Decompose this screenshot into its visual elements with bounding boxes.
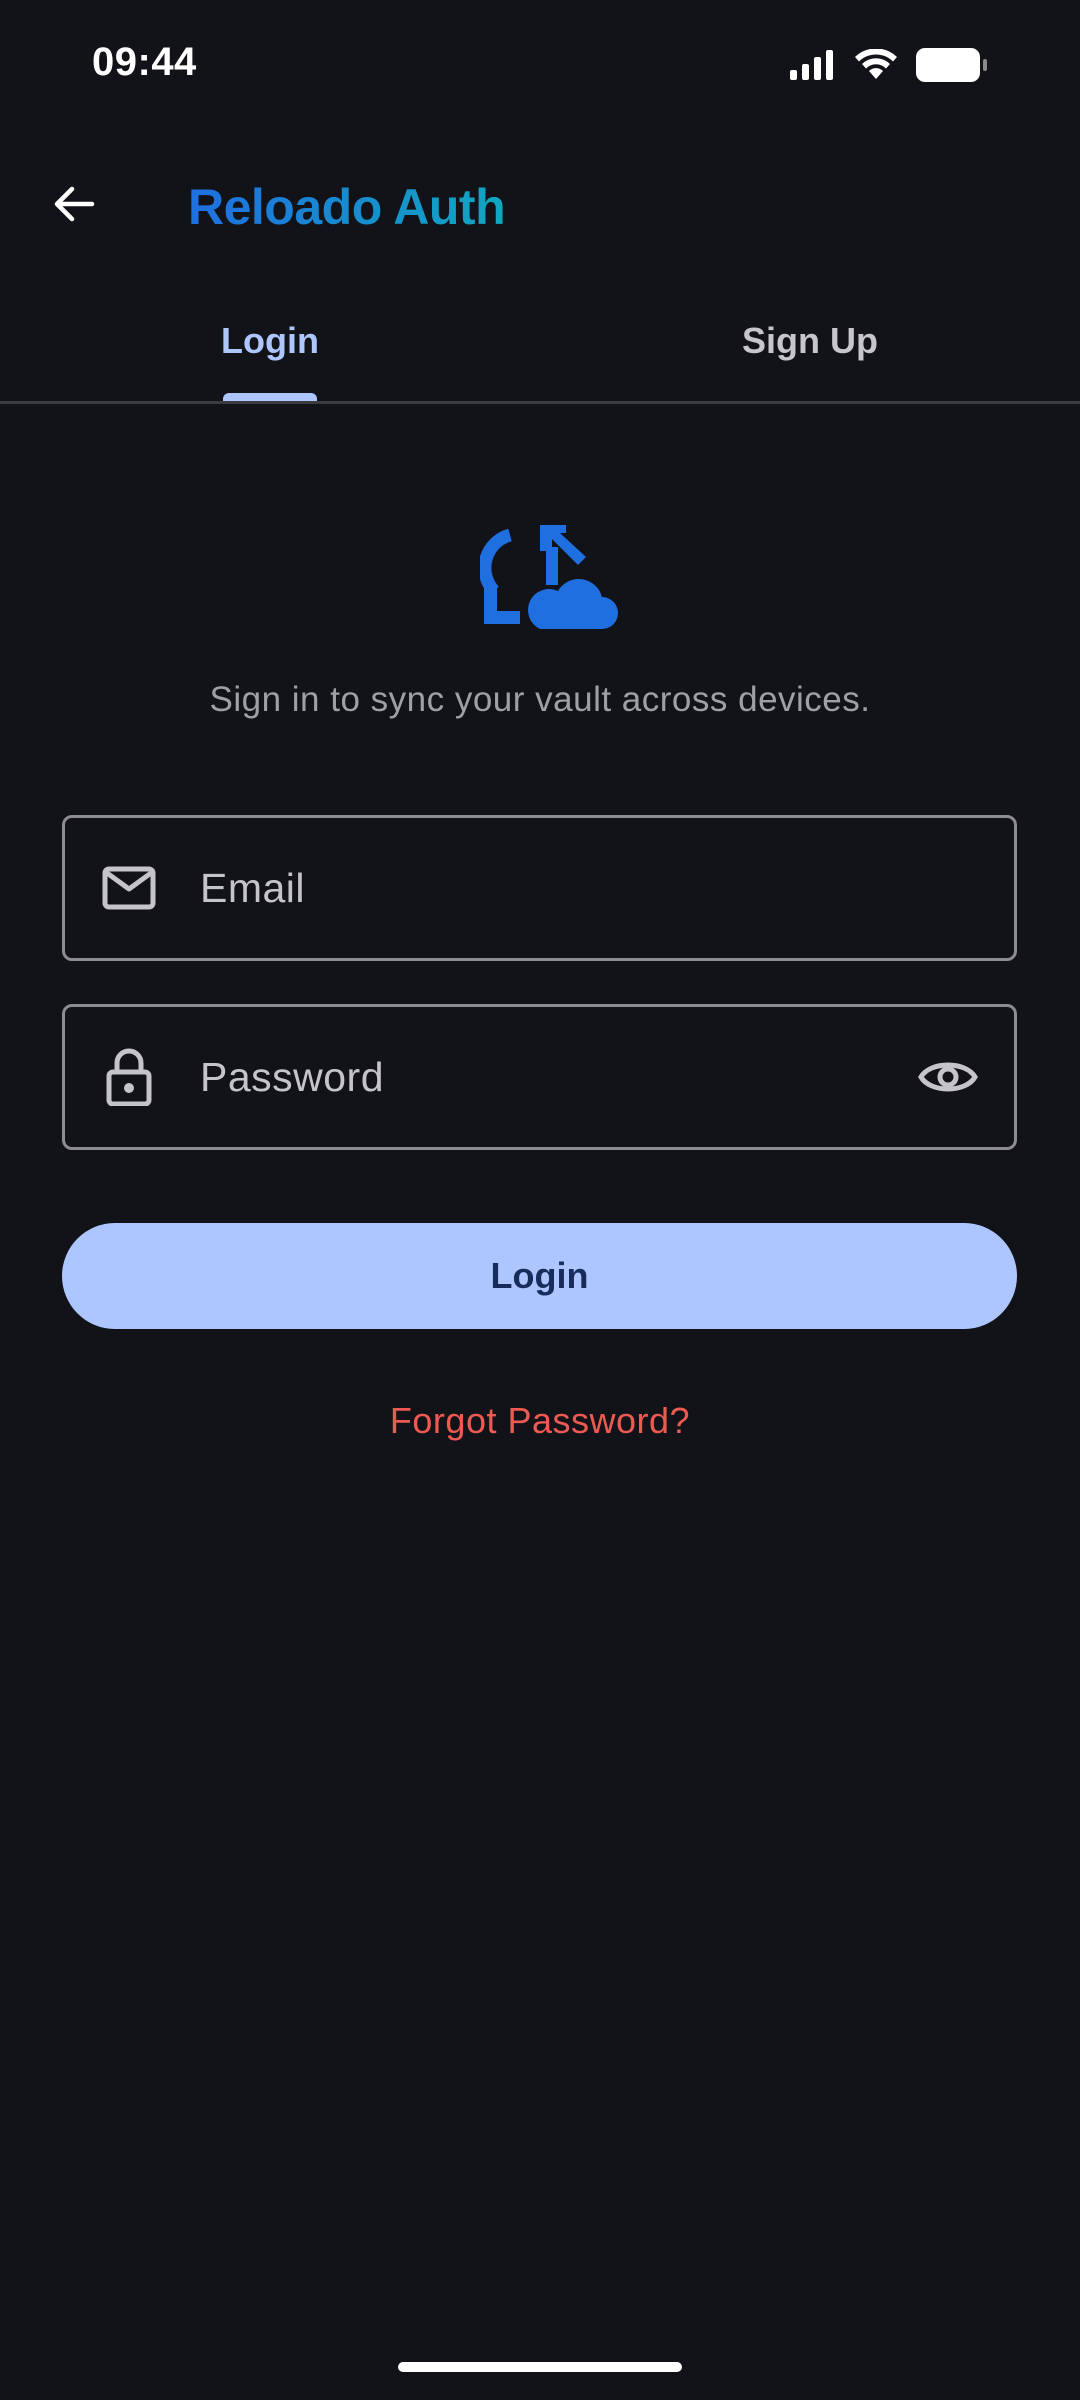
login-button[interactable]: Login [62, 1223, 1017, 1329]
signal-icon [790, 50, 836, 85]
mail-icon [101, 860, 157, 916]
battery-icon [916, 48, 988, 87]
tab-sign-up[interactable]: Sign Up [540, 290, 1080, 401]
toggle-password-visibility[interactable] [910, 1041, 986, 1117]
forgot-password-row: Forgot Password? [0, 1400, 1080, 1442]
app-title: Reloado Auth [188, 179, 506, 235]
email-field[interactable] [62, 815, 1017, 961]
status-time: 09:44 [92, 40, 197, 84]
status-icons [790, 48, 988, 87]
login-button-label: Login [490, 1255, 589, 1296]
lock-icon [101, 1048, 157, 1106]
password-input[interactable] [200, 1007, 880, 1147]
tab-login[interactable]: Login [0, 290, 540, 401]
forgot-password-link[interactable]: Forgot Password? [390, 1400, 690, 1441]
password-field[interactable] [62, 1004, 1017, 1150]
tab-label: Sign Up [742, 320, 878, 361]
tab-label: Login [221, 320, 319, 361]
wifi-icon [854, 48, 898, 86]
email-input[interactable] [200, 818, 880, 958]
hero-subtitle: Sign in to sync your vault across device… [209, 680, 871, 719]
status-bar: 09:44 [0, 0, 1080, 130]
tab-indicator [223, 393, 317, 401]
home-indicator[interactable] [398, 2362, 682, 2372]
cloud-sync-icon [478, 525, 620, 635]
eye-icon [918, 1057, 978, 1102]
app-bar: Reloado Auth [0, 150, 1080, 262]
login-screen: 09:44 Reloado Auth Login Sign Up Sign in… [0, 0, 1080, 2400]
back-button[interactable] [36, 168, 112, 244]
auth-tabs: Login Sign Up [0, 290, 1080, 404]
arrow-left-icon [50, 180, 98, 233]
